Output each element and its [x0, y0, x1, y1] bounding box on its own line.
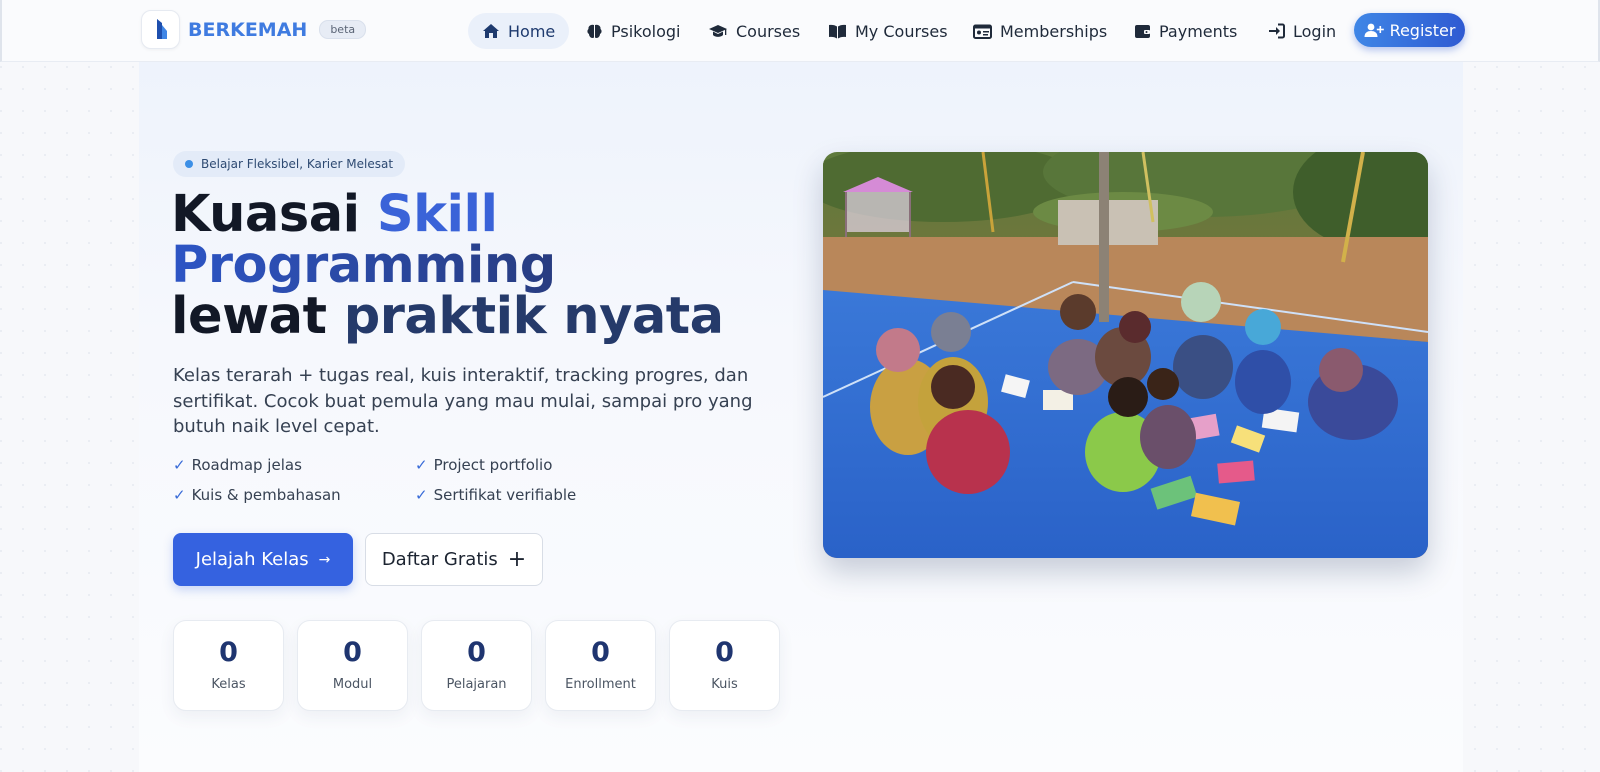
nav-psikologi[interactable]: Psikologi [586, 13, 680, 49]
plus-icon: + [507, 547, 527, 572]
nav-psikologi-label: Psikologi [611, 21, 681, 41]
wallet-icon [1135, 25, 1150, 38]
check-icon: ✓ [173, 456, 186, 474]
stat-label: Kuis [711, 677, 738, 692]
stat-card-pelajaran: 0 Pelajaran [421, 620, 532, 711]
nav-login-label: Login [1293, 21, 1337, 41]
stat-card-kuis: 0 Kuis [669, 620, 780, 711]
nav-my-courses-label: My Courses [855, 21, 948, 41]
nav-courses[interactable]: Courses [708, 13, 800, 49]
register-label: Register [1389, 20, 1456, 40]
title-part-5: praktik nyata [343, 287, 724, 346]
feature-item: ✓ Kuis & pembahasan [173, 486, 341, 504]
sign-in-icon [1269, 23, 1285, 39]
hero-badge: Belajar Fleksibel, Karier Melesat [173, 151, 406, 177]
nav-home[interactable]: Home [468, 13, 570, 49]
feature-label: Project portfolio [433, 456, 553, 474]
home-icon [483, 24, 499, 38]
brand[interactable]: BERKEMAH beta [141, 10, 367, 49]
feature-label: Kuis & pembahasan [191, 486, 341, 504]
nav-memberships-label: Memberships [1000, 21, 1108, 41]
stat-label: Modul [332, 677, 373, 692]
badge-dot [185, 160, 193, 168]
arrow-right-icon: → [318, 551, 331, 568]
stat-value: 0 [591, 637, 610, 668]
check-icon: ✓ [415, 486, 428, 504]
check-icon: ✓ [173, 486, 186, 504]
register-button[interactable]: Register [1354, 13, 1465, 47]
book-open-icon [829, 24, 846, 38]
feature-label: Sertifikat verifiable [433, 486, 577, 504]
feature-label: Roadmap jelas [191, 456, 302, 474]
feature-item: ✓ Project portfolio [415, 456, 552, 474]
nav-login[interactable]: Login [1268, 13, 1336, 49]
brain-icon [587, 24, 602, 38]
user-plus-icon [1364, 23, 1384, 37]
id-card-icon [973, 24, 992, 39]
stat-value: 0 [343, 637, 362, 668]
explore-classes-button[interactable]: Jelajah Kelas → [173, 533, 353, 586]
nav-memberships[interactable]: Memberships [973, 13, 1107, 49]
register-free-button[interactable]: Daftar Gratis + [365, 533, 543, 586]
graduation-cap-icon [709, 24, 727, 37]
stat-card-modul: 0 Modul [297, 620, 408, 711]
nav-courses-label: Courses [736, 21, 801, 41]
nav-payments[interactable]: Payments [1134, 13, 1237, 49]
stat-label: Pelajaran [446, 677, 507, 692]
hero-photo-illustration [823, 152, 1428, 558]
check-icon: ✓ [415, 456, 428, 474]
hero-badge-text: Belajar Fleksibel, Karier Melesat [201, 157, 394, 171]
stat-label: Kelas [211, 677, 246, 692]
stat-label: Enrollment [565, 677, 636, 692]
top-navbar: BERKEMAH beta Home Psikologi Courses My … [0, 0, 1600, 62]
nav-payments-label: Payments [1159, 21, 1238, 41]
register-free-label: Daftar Gratis [381, 549, 498, 570]
stat-card-kelas: 0 Kelas [173, 620, 284, 711]
beta-badge: beta [319, 20, 367, 39]
explore-classes-label: Jelajah Kelas [195, 549, 309, 570]
feature-item: ✓ Sertifikat verifiable [415, 486, 576, 504]
brand-name[interactable]: BERKEMAH [188, 19, 307, 41]
logo-icon [156, 18, 167, 39]
stat-value: 0 [219, 637, 238, 668]
nav-my-courses[interactable]: My Courses [828, 13, 948, 49]
title-part-4: lewat [171, 287, 327, 346]
nav-home-label: Home [508, 21, 556, 41]
hero-photo [823, 152, 1428, 558]
stat-value: 0 [715, 637, 734, 668]
hero-description: Kelas terarah + tugas real, kuis interak… [173, 365, 753, 437]
brand-logo[interactable] [141, 10, 180, 49]
stat-value: 0 [467, 637, 486, 668]
feature-item: ✓ Roadmap jelas [173, 456, 302, 474]
hero-title: Kuasai Skill Programming lewat praktik n… [171, 189, 811, 342]
stat-card-enrollment: 0 Enrollment [545, 620, 656, 711]
